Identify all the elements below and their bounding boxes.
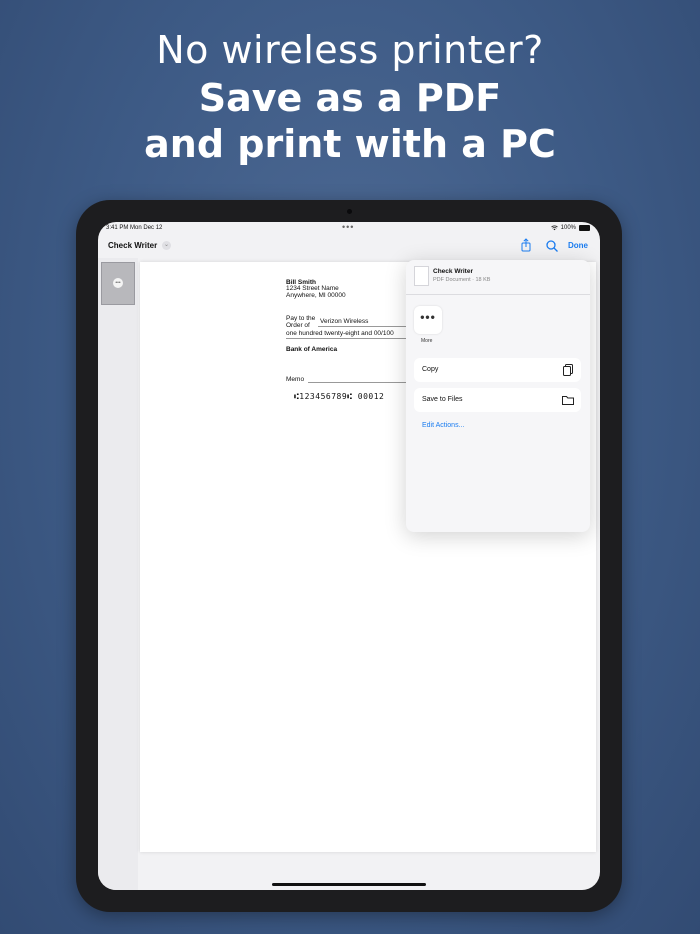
status-time: 3:41 PM Mon Dec 12 xyxy=(106,225,162,231)
nav-bar: Check Writer ⌄ Done xyxy=(98,236,600,258)
check-address-1: 1234 Street Name xyxy=(286,285,339,292)
payee: Verizon Wireless xyxy=(320,318,369,325)
page-thumbnail[interactable]: ••• xyxy=(101,262,135,305)
thumbnail-sidebar: ••• xyxy=(98,258,138,890)
ipad-screen: 3:41 PM Mon Dec 12 ••• 100% Check Writer… xyxy=(98,222,600,890)
camera-dot xyxy=(347,209,352,214)
chevron-down-icon[interactable]: ⌄ xyxy=(162,241,171,250)
share-title: Check Writer xyxy=(433,268,473,275)
micr-line: ⑆123456789⑆ 00012 xyxy=(294,392,385,401)
home-indicator[interactable] xyxy=(272,883,426,886)
more-button[interactable]: ••• xyxy=(414,306,442,334)
status-right: 100% xyxy=(550,225,590,231)
share-header: Check Writer PDF Document · 18 KB xyxy=(406,260,590,295)
headline-line-2: Save as a PDF xyxy=(198,76,502,120)
battery-percent: 100% xyxy=(560,225,576,231)
document-icon xyxy=(414,266,429,286)
status-date-text: Mon Dec 12 xyxy=(130,225,163,231)
wifi-icon xyxy=(550,225,558,231)
share-icon[interactable] xyxy=(519,238,533,252)
share-subtitle: PDF Document · 18 KB xyxy=(433,277,491,283)
payee-line xyxy=(318,326,406,327)
edit-actions-link[interactable]: Edit Actions... xyxy=(422,422,464,429)
nav-title[interactable]: Check Writer xyxy=(108,241,157,250)
memo-line xyxy=(308,382,406,383)
save-to-files-action[interactable]: Save to Files xyxy=(414,388,581,412)
more-label: More xyxy=(421,338,433,344)
multitasking-dots-icon[interactable]: ••• xyxy=(342,222,354,232)
search-icon[interactable] xyxy=(545,239,559,253)
pay-to-label: Pay to the Order of xyxy=(286,315,316,329)
share-sheet: Check Writer PDF Document · 18 KB ••• Mo… xyxy=(406,260,590,532)
ipad-frame: 3:41 PM Mon Dec 12 ••• 100% Check Writer… xyxy=(76,200,622,912)
check-address-2: Anywhere, MI 00000 xyxy=(286,292,346,299)
save-to-files-label: Save to Files xyxy=(422,396,463,403)
status-time-text: 3:41 PM xyxy=(106,225,129,231)
bank-name: Bank of America xyxy=(286,346,338,353)
battery-icon xyxy=(579,225,590,231)
folder-icon xyxy=(562,396,574,405)
more-icon: ••• xyxy=(113,278,123,288)
done-button[interactable]: Done xyxy=(568,241,588,250)
amount-line xyxy=(286,338,406,339)
headline-line-1: No wireless printer? xyxy=(156,28,544,72)
status-bar: 3:41 PM Mon Dec 12 ••• 100% xyxy=(98,222,600,236)
headline-line-3: and print with a PC xyxy=(144,122,556,166)
copy-action[interactable]: Copy xyxy=(414,358,581,382)
memo-label: Memo xyxy=(286,376,305,383)
amount-words: one hundred twenty-eight and 00/100 xyxy=(286,330,394,337)
copy-label: Copy xyxy=(422,366,439,373)
copy-icon xyxy=(563,364,573,376)
